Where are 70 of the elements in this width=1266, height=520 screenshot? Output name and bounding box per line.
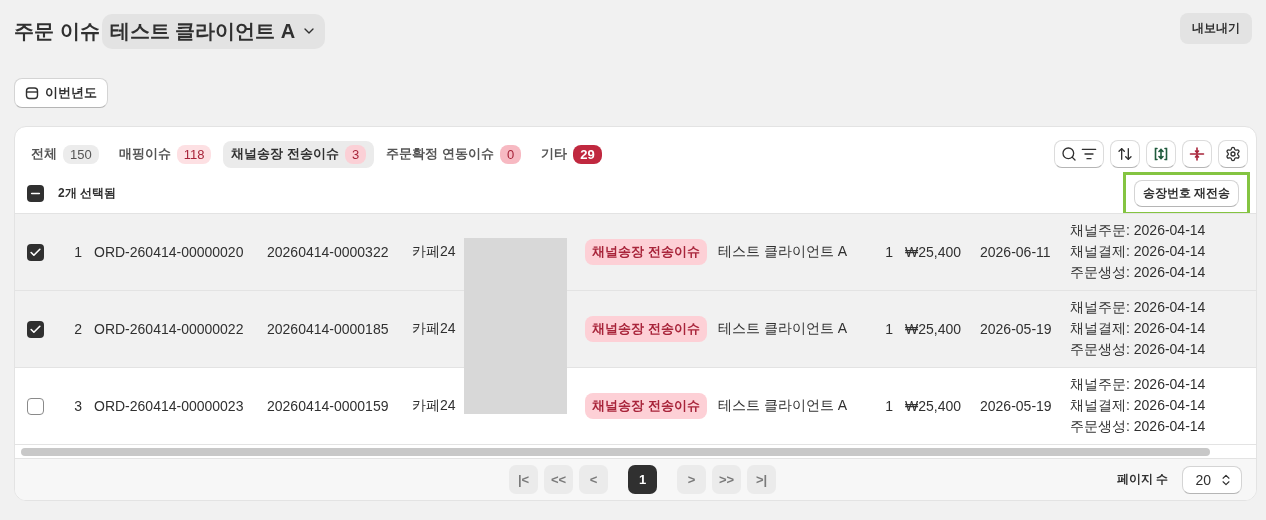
selection-count: 2개 선택됨 <box>58 184 116 202</box>
sort-button[interactable] <box>1110 140 1140 168</box>
invoice-number: 20260414-0000159 <box>267 398 390 414</box>
row-number: 3 <box>73 398 82 414</box>
date-line: 채널결제: 2026-04-14 <box>1070 320 1207 338</box>
quantity: 1 <box>884 398 893 414</box>
period-button[interactable]: 이번년도 <box>14 78 108 108</box>
amount: ₩25,400 <box>905 244 963 260</box>
date-line: 채널결제: 2026-04-14 <box>1070 243 1207 261</box>
invoice-number: 20260414-0000322 <box>267 244 390 260</box>
client-select[interactable]: 테스트 클라이언트 A <box>101 13 326 49</box>
due-date: 2026-06-11 <box>980 244 1052 260</box>
status-badge: 채널송장 전송이슈 <box>585 393 707 419</box>
row-number: 1 <box>73 244 82 260</box>
invoice-number: 20260414-0000185 <box>267 321 390 337</box>
client-name: 테스트 클라이언트 A <box>718 243 849 261</box>
filter-tab[interactable]: 전체 150 <box>23 140 107 168</box>
date-line: 주문생성: 2026-04-14 <box>1070 341 1207 359</box>
count-badge: 150 <box>63 144 99 164</box>
page-size-select[interactable]: 20 <box>1182 465 1242 494</box>
check-icon <box>29 322 42 336</box>
settings-button[interactable] <box>1218 140 1248 168</box>
expand-button[interactable] <box>1146 140 1176 168</box>
settings-icon <box>1225 146 1241 162</box>
row-checkbox[interactable] <box>27 243 44 261</box>
status-badge: 채널송장 전송이슈 <box>585 239 707 265</box>
row-number: 2 <box>73 321 82 337</box>
date-line: 채널주문: 2026-04-14 <box>1070 222 1207 240</box>
select-all-checkbox[interactable] <box>27 184 44 202</box>
order-number: ORD-260414-00000020 <box>94 244 245 260</box>
search-icon <box>1061 146 1077 162</box>
page-button[interactable]: 1 <box>628 465 657 494</box>
export-button[interactable]: 내보내기 <box>1180 12 1252 44</box>
date-line: 채널주문: 2026-04-14 <box>1070 376 1207 394</box>
row-checkbox[interactable] <box>27 397 44 415</box>
resend-invoice-button[interactable]: 송장번호 재전송 <box>1133 179 1239 207</box>
date-line: 채널주문: 2026-04-14 <box>1070 299 1207 317</box>
status-badge: 채널송장 전송이슈 <box>585 316 707 342</box>
row-checkbox[interactable] <box>27 320 44 338</box>
search-filter-button[interactable] <box>1054 140 1104 168</box>
quantity: 1 <box>884 321 893 337</box>
date-line: 주문생성: 2026-04-14 <box>1070 418 1207 436</box>
page-size-label: 페이지 수 <box>1117 471 1169 488</box>
client-name: 테스트 클라이언트 A <box>718 397 849 415</box>
filter-tab[interactable]: 채널송장 전송이슈 3 <box>223 140 375 168</box>
count-badge: 118 <box>176 144 212 164</box>
count-badge: 3 <box>345 144 367 164</box>
order-number: ORD-260414-00000023 <box>94 398 245 414</box>
calendar-icon <box>25 86 39 100</box>
page-title: 주문 이슈 <box>14 18 100 44</box>
count-badge: 29 <box>573 144 602 164</box>
collapse-button[interactable] <box>1182 140 1212 168</box>
check-icon <box>29 245 42 259</box>
filter-icon <box>1081 146 1097 162</box>
filter-tab[interactable]: 기타 29 <box>533 140 610 168</box>
date-line: 주문생성: 2026-04-14 <box>1070 264 1207 282</box>
count-badge: 0 <box>499 144 522 164</box>
amount: ₩25,400 <box>905 321 963 337</box>
quantity: 1 <box>884 244 893 260</box>
expand-icon <box>1153 146 1169 162</box>
amount: ₩25,400 <box>905 398 963 414</box>
collapse-icon <box>1189 146 1205 162</box>
filter-tab[interactable]: 주문확정 연동이슈 0 <box>378 140 530 168</box>
due-date: 2026-05-19 <box>980 321 1053 337</box>
date-line: 채널결제: 2026-04-14 <box>1070 397 1207 415</box>
sort-icon <box>1117 146 1133 162</box>
filter-tab[interactable]: 매핑이슈 118 <box>110 140 220 168</box>
order-number: ORD-260414-00000022 <box>94 321 245 337</box>
client-name: 테스트 클라이언트 A <box>718 320 849 338</box>
due-date: 2026-05-19 <box>980 398 1053 414</box>
